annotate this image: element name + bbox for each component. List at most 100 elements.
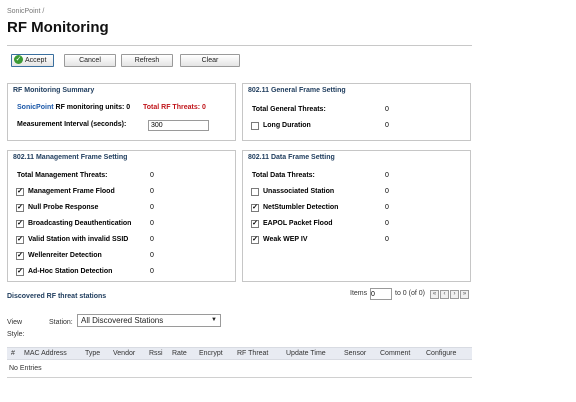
wellenreiter-detection-checkbox[interactable]: ✓: [16, 252, 24, 260]
total-general-label: Total General Threats:: [252, 106, 326, 113]
item-label: Management Frame Flood: [28, 188, 115, 195]
broadcasting-deauthentication-checkbox[interactable]: ✓: [16, 220, 24, 228]
total-data-row: Total Data Threats: 0: [243, 169, 470, 183]
long-duration-label: Long Duration: [263, 122, 311, 129]
item-label: Weak WEP IV: [263, 236, 308, 243]
column-header[interactable]: Configure: [426, 348, 456, 360]
column-header[interactable]: Comment: [380, 348, 410, 360]
next-page-icon[interactable]: ›: [450, 290, 459, 299]
column-header[interactable]: Type: [85, 348, 100, 360]
column-header[interactable]: Rssi: [149, 348, 163, 360]
units-label: RF monitoring units:: [55, 104, 125, 111]
column-header[interactable]: MAC Address: [24, 348, 67, 360]
station-label: Station:: [49, 319, 73, 326]
item-label: NetStumbler Detection: [263, 204, 339, 211]
item-label: Null Probe Response: [28, 204, 99, 211]
chevron-down-icon: ▼: [211, 317, 217, 323]
null-probe-response-checkbox[interactable]: ✓: [16, 204, 24, 212]
management-frame-flood-checkbox[interactable]: ✓: [16, 188, 24, 196]
list-item: ✓ Management Frame Flood 0: [8, 185, 235, 199]
units-value: 0: [126, 104, 131, 111]
station-select[interactable]: All Discovered Stations ▼: [77, 314, 221, 327]
item-value: 0: [150, 188, 154, 195]
item-value: 0: [385, 236, 389, 243]
list-item: ✓ Null Probe Response 0: [8, 201, 235, 215]
adhoc-station-detection-checkbox[interactable]: ✓: [16, 268, 24, 276]
total-general-row: Total General Threats: 0: [243, 103, 470, 117]
panel-title: 802.11 Data Frame Setting: [248, 154, 335, 161]
management-frame-panel: 802.11 Management Frame Setting Total Ma…: [7, 150, 236, 282]
general-frame-panel: 802.11 General Frame Setting Total Gener…: [242, 83, 471, 141]
eapol-packet-flood-checkbox[interactable]: ✓: [251, 220, 259, 228]
list-item: ✓ Valid Station with invalid SSID 0: [8, 233, 235, 247]
total-rf-threats-value: 0: [202, 104, 206, 111]
items-label: Items: [350, 290, 368, 297]
list-item: ✓ Ad-Hoc Station Detection 0: [8, 265, 235, 279]
general-item-row: Long Duration 0: [243, 119, 470, 133]
long-duration-value: 0: [385, 122, 389, 129]
column-header[interactable]: Rate: [172, 348, 187, 360]
title-divider: [7, 45, 472, 46]
sonicpoint-label: SonicPoint: [17, 104, 54, 111]
total-general-value: 0: [385, 106, 389, 113]
item-label: Broadcasting Deauthentication: [28, 220, 132, 227]
cancel-button[interactable]: Cancel: [64, 54, 116, 67]
station-select-value: All Discovered Stations: [81, 316, 164, 325]
item-value: 0: [150, 236, 154, 243]
table-header: # MAC Address Type Vendor Rssi Rate Encr…: [7, 347, 472, 360]
breadcrumb[interactable]: SonicPoint /: [7, 8, 44, 15]
item-value: 0: [150, 268, 154, 275]
unassociated-station-checkbox[interactable]: [251, 188, 259, 196]
panel-title: 802.11 Management Frame Setting: [13, 154, 128, 161]
list-item: Unassociated Station 0: [243, 185, 470, 199]
item-label: Wellenreiter Detection: [28, 252, 102, 259]
list-item: ✓ EAPOL Packet Flood 0: [243, 217, 470, 231]
view-style-label: View Style:: [7, 319, 25, 338]
accept-button[interactable]: ✓ Accept: [11, 54, 54, 67]
accept-label: Accept: [25, 57, 47, 64]
list-item: ✓ Weak WEP IV 0: [243, 233, 470, 247]
interval-input[interactable]: 300: [148, 120, 209, 131]
discovered-stations-title: Discovered RF threat stations: [7, 293, 107, 300]
long-duration-checkbox[interactable]: [251, 122, 259, 130]
interval-row: Measurement Interval (seconds): 300: [8, 118, 235, 132]
column-header[interactable]: Update Time: [286, 348, 326, 360]
weak-wep-iv-checkbox[interactable]: ✓: [251, 236, 259, 244]
total-rf-threats-label: Total RF Threats:: [143, 104, 201, 111]
item-label: Ad-Hoc Station Detection: [28, 268, 113, 275]
total-management-value: 0: [150, 172, 154, 179]
item-label: EAPOL Packet Flood: [263, 220, 333, 227]
total-data-label: Total Data Threats:: [252, 172, 315, 179]
summary-units-row: SonicPoint RF monitoring units: 0 Total …: [8, 101, 235, 115]
panel-title: RF Monitoring Summary: [13, 87, 95, 94]
list-item: ✓ Wellenreiter Detection 0: [8, 249, 235, 263]
prev-page-icon[interactable]: ‹: [440, 290, 449, 299]
total-data-value: 0: [385, 172, 389, 179]
column-header[interactable]: RF Threat: [237, 348, 268, 360]
panel-title: 802.11 General Frame Setting: [248, 87, 346, 94]
items-range: to 0 (of 0): [395, 290, 425, 297]
items-input[interactable]: [370, 288, 392, 300]
interval-label: Measurement Interval (seconds):: [17, 121, 127, 128]
list-item: ✓ Broadcasting Deauthentication 0: [8, 217, 235, 231]
valid-station-invalid-ssid-checkbox[interactable]: ✓: [16, 236, 24, 244]
column-header[interactable]: Vendor: [113, 348, 135, 360]
total-management-label: Total Management Threats:: [17, 172, 108, 179]
item-label: Unassociated Station: [263, 188, 335, 195]
item-value: 0: [150, 220, 154, 227]
column-header[interactable]: Encrypt: [199, 348, 223, 360]
item-value: 0: [385, 220, 389, 227]
last-page-icon[interactable]: »: [460, 290, 469, 299]
item-value: 0: [385, 204, 389, 211]
no-entries-text: No Entries: [9, 365, 42, 372]
clear-button[interactable]: Clear: [180, 54, 240, 67]
refresh-button[interactable]: Refresh: [121, 54, 173, 67]
column-header[interactable]: Sensor: [344, 348, 366, 360]
item-label: Valid Station with invalid SSID: [28, 236, 129, 243]
table-bottom-divider: [7, 377, 472, 378]
first-page-icon[interactable]: «: [430, 290, 439, 299]
column-header[interactable]: #: [11, 348, 15, 360]
item-value: 0: [150, 204, 154, 211]
netstumbler-detection-checkbox[interactable]: ✓: [251, 204, 259, 212]
total-management-row: Total Management Threats: 0: [8, 169, 235, 183]
